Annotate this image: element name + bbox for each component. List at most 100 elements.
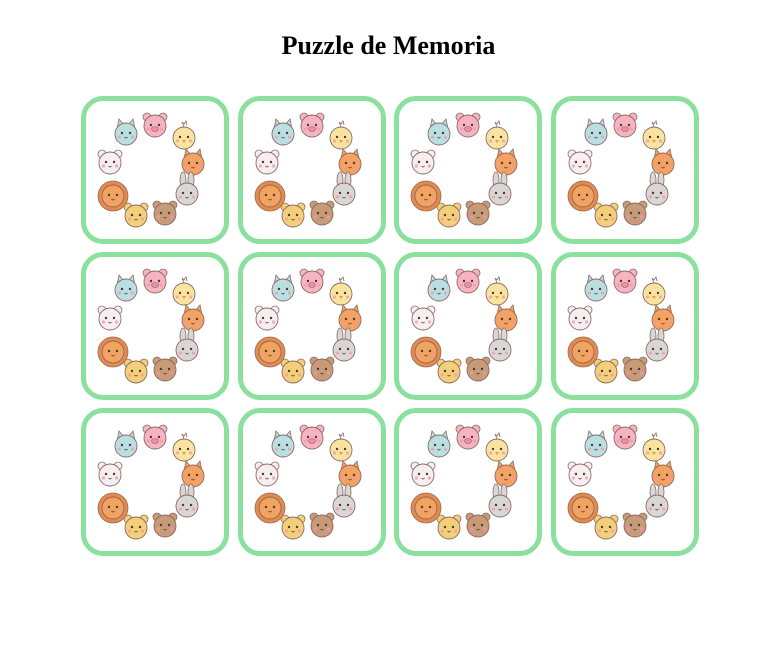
sheep-icon bbox=[410, 149, 436, 175]
dog-icon bbox=[622, 200, 647, 226]
memory-card[interactable] bbox=[394, 408, 542, 556]
bear-icon bbox=[280, 202, 305, 228]
bunny-icon bbox=[332, 171, 355, 206]
fox-icon bbox=[181, 148, 205, 176]
memory-card[interactable] bbox=[394, 96, 542, 244]
sheep-icon bbox=[97, 149, 123, 175]
lion-icon bbox=[567, 336, 598, 368]
memory-card[interactable] bbox=[394, 252, 542, 400]
fox-icon bbox=[181, 304, 205, 332]
cat-icon bbox=[271, 274, 294, 302]
lion-icon bbox=[254, 336, 285, 368]
lion-icon bbox=[254, 492, 285, 524]
pig-icon bbox=[299, 424, 324, 450]
animal-ring-icon bbox=[97, 424, 205, 540]
fox-icon bbox=[338, 148, 361, 176]
bear-icon bbox=[436, 358, 462, 384]
cat-icon bbox=[427, 274, 451, 302]
pig-icon bbox=[612, 268, 637, 294]
bear-icon bbox=[436, 514, 462, 540]
pig-icon bbox=[455, 268, 481, 294]
pig-icon bbox=[612, 424, 637, 450]
pig-icon bbox=[455, 424, 481, 450]
dog-icon bbox=[465, 512, 491, 538]
bunny-icon bbox=[175, 171, 199, 206]
cat-icon bbox=[427, 118, 451, 146]
chick-icon bbox=[172, 432, 196, 462]
animal-ring-icon bbox=[410, 268, 518, 384]
fox-icon bbox=[651, 460, 674, 488]
sheep-icon bbox=[97, 461, 123, 487]
sheep-icon bbox=[567, 305, 592, 331]
memory-card[interactable] bbox=[550, 252, 699, 400]
page-title: Puzzle de Memoria bbox=[281, 31, 496, 60]
sheep-icon bbox=[97, 305, 123, 331]
lion-icon bbox=[254, 180, 285, 212]
chick-icon bbox=[329, 432, 352, 462]
fox-icon bbox=[651, 304, 674, 332]
sheep-icon bbox=[254, 461, 279, 487]
cat-icon bbox=[271, 118, 294, 146]
chick-icon bbox=[172, 120, 196, 150]
dog-icon bbox=[152, 512, 178, 538]
animal-ring-icon bbox=[410, 112, 518, 228]
bear-icon bbox=[123, 202, 149, 228]
animal-ring-icon bbox=[97, 112, 205, 228]
memory-card[interactable] bbox=[81, 96, 229, 244]
chick-icon bbox=[485, 432, 509, 462]
bear-icon bbox=[280, 514, 305, 540]
chick-icon bbox=[329, 120, 352, 150]
bunny-icon bbox=[645, 327, 668, 362]
animal-ring-icon bbox=[254, 112, 361, 228]
memory-board bbox=[81, 96, 699, 556]
chick-icon bbox=[329, 276, 352, 306]
dog-icon bbox=[309, 512, 334, 538]
cat-icon bbox=[114, 274, 138, 302]
bear-icon bbox=[593, 202, 618, 228]
sheep-icon bbox=[254, 149, 279, 175]
memory-card[interactable] bbox=[237, 408, 386, 556]
sheep-icon bbox=[567, 461, 592, 487]
bear-icon bbox=[593, 514, 618, 540]
bear-icon bbox=[123, 358, 149, 384]
lion-icon bbox=[567, 180, 598, 212]
animal-ring-icon bbox=[97, 268, 205, 384]
chick-icon bbox=[485, 120, 509, 150]
pig-icon bbox=[455, 112, 481, 138]
chick-icon bbox=[642, 276, 665, 306]
fox-icon bbox=[494, 304, 518, 332]
bunny-icon bbox=[175, 327, 199, 362]
animal-ring-icon bbox=[410, 424, 518, 540]
bear-icon bbox=[280, 358, 305, 384]
cat-icon bbox=[271, 430, 294, 458]
bear-icon bbox=[123, 514, 149, 540]
bunny-icon bbox=[488, 483, 512, 518]
memory-card[interactable] bbox=[81, 252, 229, 400]
fox-icon bbox=[494, 460, 518, 488]
cat-icon bbox=[584, 274, 607, 302]
memory-card[interactable] bbox=[237, 252, 386, 400]
pig-icon bbox=[299, 268, 324, 294]
memory-card[interactable] bbox=[237, 96, 386, 244]
pig-icon bbox=[612, 112, 637, 138]
sheep-icon bbox=[567, 149, 592, 175]
cat-icon bbox=[584, 430, 607, 458]
dog-icon bbox=[465, 356, 491, 382]
dog-icon bbox=[465, 200, 491, 226]
pig-icon bbox=[142, 112, 168, 138]
pig-icon bbox=[299, 112, 324, 138]
animal-ring-icon bbox=[567, 424, 674, 540]
memory-card[interactable] bbox=[550, 408, 699, 556]
lion-icon bbox=[97, 492, 129, 524]
bunny-icon bbox=[332, 327, 355, 362]
dog-icon bbox=[622, 356, 647, 382]
cat-icon bbox=[584, 118, 607, 146]
memory-card[interactable] bbox=[81, 408, 229, 556]
memory-card[interactable] bbox=[550, 96, 699, 244]
bunny-icon bbox=[488, 327, 512, 362]
lion-icon bbox=[410, 336, 442, 368]
dog-icon bbox=[309, 200, 334, 226]
chick-icon bbox=[485, 276, 509, 306]
fox-icon bbox=[338, 460, 361, 488]
fox-icon bbox=[494, 148, 518, 176]
